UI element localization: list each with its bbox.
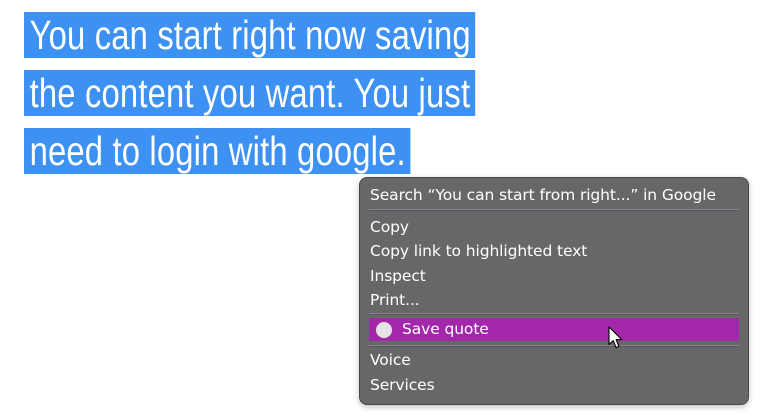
- headline-line-1-text: You can start right now saving: [24, 12, 476, 58]
- menu-item-search-google[interactable]: Search “You can start from right...” in …: [370, 185, 716, 205]
- menu-separator: [369, 345, 739, 347]
- headline-line-1: You can start right now saving: [24, 12, 588, 58]
- headline-line-2: the content you want. You just: [24, 70, 588, 116]
- menu-item-print[interactable]: Print...: [370, 290, 420, 310]
- selected-headline: You can start right now saving the conte…: [24, 12, 588, 186]
- circle-icon: [376, 321, 392, 338]
- menu-item-inspect[interactable]: Inspect: [370, 266, 426, 286]
- menu-item-voice[interactable]: Voice: [370, 350, 411, 370]
- mouse-pointer-icon: [608, 326, 623, 349]
- menu-item-copy[interactable]: Copy: [370, 217, 409, 237]
- menu-item-services[interactable]: Services: [370, 375, 435, 395]
- menu-item-save-quote-label: Save quote: [402, 320, 489, 338]
- menu-separator: [369, 209, 739, 211]
- context-menu: Search “You can start from right...” in …: [359, 177, 749, 405]
- headline-line-3: need to login with google.: [24, 128, 588, 174]
- menu-separator: [369, 313, 739, 315]
- headline-line-3-text: need to login with google.: [24, 128, 411, 174]
- menu-item-copy-link[interactable]: Copy link to highlighted text: [370, 241, 587, 261]
- headline-line-2-text: the content you want. You just: [24, 70, 476, 116]
- menu-item-save-quote[interactable]: Save quote: [369, 318, 739, 341]
